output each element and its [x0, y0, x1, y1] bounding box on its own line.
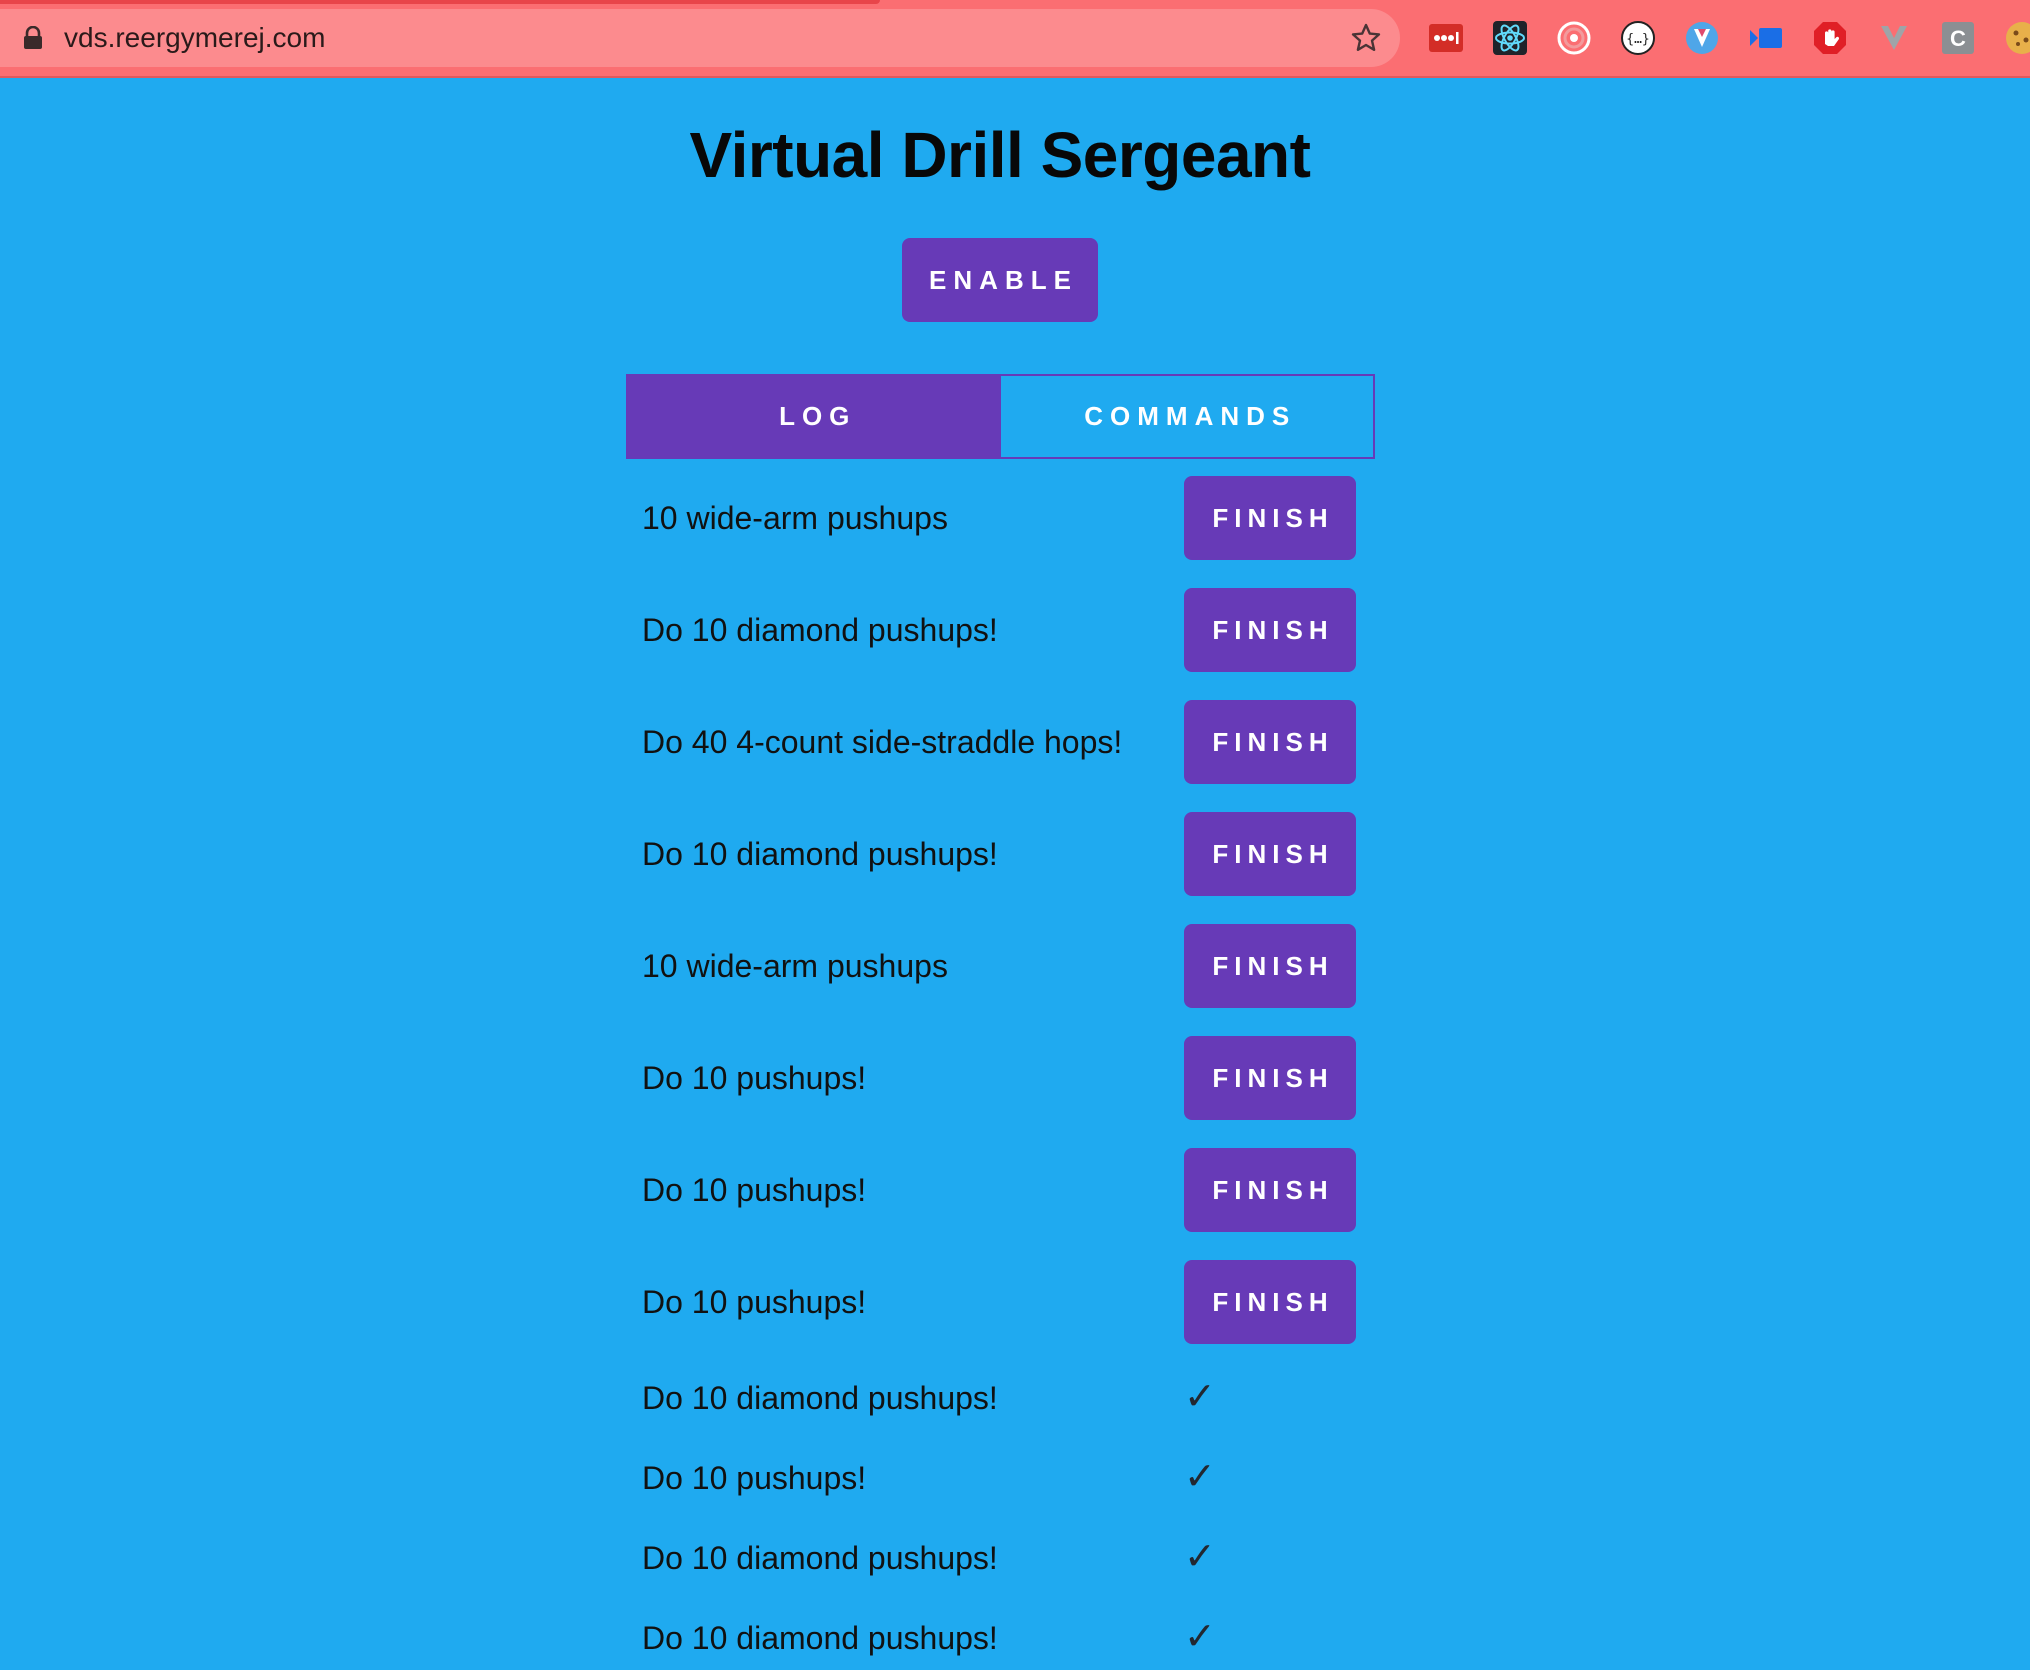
checkmark-icon: ✓ — [1184, 1456, 1216, 1498]
log-item-completed: Do 10 diamond pushups! ✓ — [626, 1614, 1375, 1664]
log-item-text: Do 10 pushups! — [642, 1460, 867, 1496]
url-text[interactable]: vds.reergymerej.com — [64, 9, 325, 67]
log-item-text: Do 10 diamond pushups! — [642, 612, 998, 648]
address-bar[interactable]: vds.reergymerej.com — [0, 9, 1400, 67]
log-item: Do 10 pushups! FINISH — [626, 1036, 1375, 1120]
checkmark-icon: ✓ — [1184, 1536, 1216, 1578]
vuetify-icon[interactable] — [1876, 20, 1912, 56]
target-icon[interactable] — [1556, 20, 1592, 56]
tab-bar: LOG COMMANDS — [626, 374, 1375, 459]
screencast-icon[interactable] — [1748, 20, 1784, 56]
log-item-text: Do 10 pushups! — [642, 1172, 867, 1208]
finish-button[interactable]: FINISH — [1184, 476, 1356, 560]
browser-toolbar: vds.reergymerej.com {…} C — [0, 0, 2030, 78]
vue-icon[interactable] — [1684, 20, 1720, 56]
finish-button[interactable]: FINISH — [1184, 1036, 1356, 1120]
adblock-hand-icon[interactable] — [1812, 20, 1848, 56]
active-tab-indicator — [0, 0, 880, 4]
tab-commands[interactable]: COMMANDS — [1001, 376, 1374, 457]
log-item: 10 wide-arm pushups FINISH — [626, 924, 1375, 1008]
log-item: Do 10 pushups! FINISH — [626, 1148, 1375, 1232]
log-item-text: Do 10 diamond pushups! — [642, 1540, 998, 1576]
finish-button[interactable]: FINISH — [1184, 1148, 1356, 1232]
finish-button[interactable]: FINISH — [1184, 924, 1356, 1008]
log-item: Do 40 4-count side-straddle hops! FINISH — [626, 700, 1375, 784]
enable-button[interactable]: ENABLE — [902, 238, 1098, 322]
log-item-text: 10 wide-arm pushups — [642, 500, 948, 536]
lock-icon[interactable] — [22, 26, 44, 50]
finish-button[interactable]: FINISH — [1184, 812, 1356, 896]
log-item: Do 10 diamond pushups! FINISH — [626, 588, 1375, 672]
svg-text:C: C — [1950, 26, 1966, 51]
lastpass-icon[interactable] — [1428, 20, 1464, 56]
checkmark-icon: ✓ — [1184, 1616, 1216, 1658]
finish-button[interactable]: FINISH — [1184, 588, 1356, 672]
log-item: Do 10 diamond pushups! FINISH — [626, 812, 1375, 896]
cookie-icon[interactable] — [2004, 20, 2030, 56]
checkmark-icon: ✓ — [1184, 1376, 1216, 1418]
finish-button[interactable]: FINISH — [1184, 700, 1356, 784]
react-devtools-icon[interactable] — [1492, 20, 1528, 56]
log-item-text: Do 10 diamond pushups! — [642, 836, 998, 872]
c-extension-icon[interactable]: C — [1940, 20, 1976, 56]
log-item-text: Do 40 4-count side-straddle hops! — [642, 724, 1123, 760]
tab-log[interactable]: LOG — [628, 376, 1001, 457]
json-viewer-icon[interactable]: {…} — [1620, 20, 1656, 56]
bookmark-star-icon[interactable] — [1350, 22, 1382, 54]
log-item: Do 10 pushups! FINISH — [626, 1260, 1375, 1344]
log-item-text: Do 10 diamond pushups! — [642, 1620, 998, 1656]
log-item-text: Do 10 pushups! — [642, 1284, 867, 1320]
log-item-text: Do 10 diamond pushups! — [642, 1380, 998, 1416]
svg-text:{…}: {…} — [1626, 32, 1649, 47]
log-item-text: 10 wide-arm pushups — [642, 948, 948, 984]
log-item-text: Do 10 pushups! — [642, 1060, 867, 1096]
finish-button[interactable]: FINISH — [1184, 1260, 1356, 1344]
log-item-completed: Do 10 pushups! ✓ — [626, 1454, 1375, 1504]
log-item-completed: Do 10 diamond pushups! ✓ — [626, 1374, 1375, 1424]
page-title: Virtual Drill Sergeant — [689, 119, 1311, 191]
log-item: 10 wide-arm pushups FINISH — [626, 476, 1375, 560]
log-item-completed: Do 10 diamond pushups! ✓ — [626, 1534, 1375, 1584]
